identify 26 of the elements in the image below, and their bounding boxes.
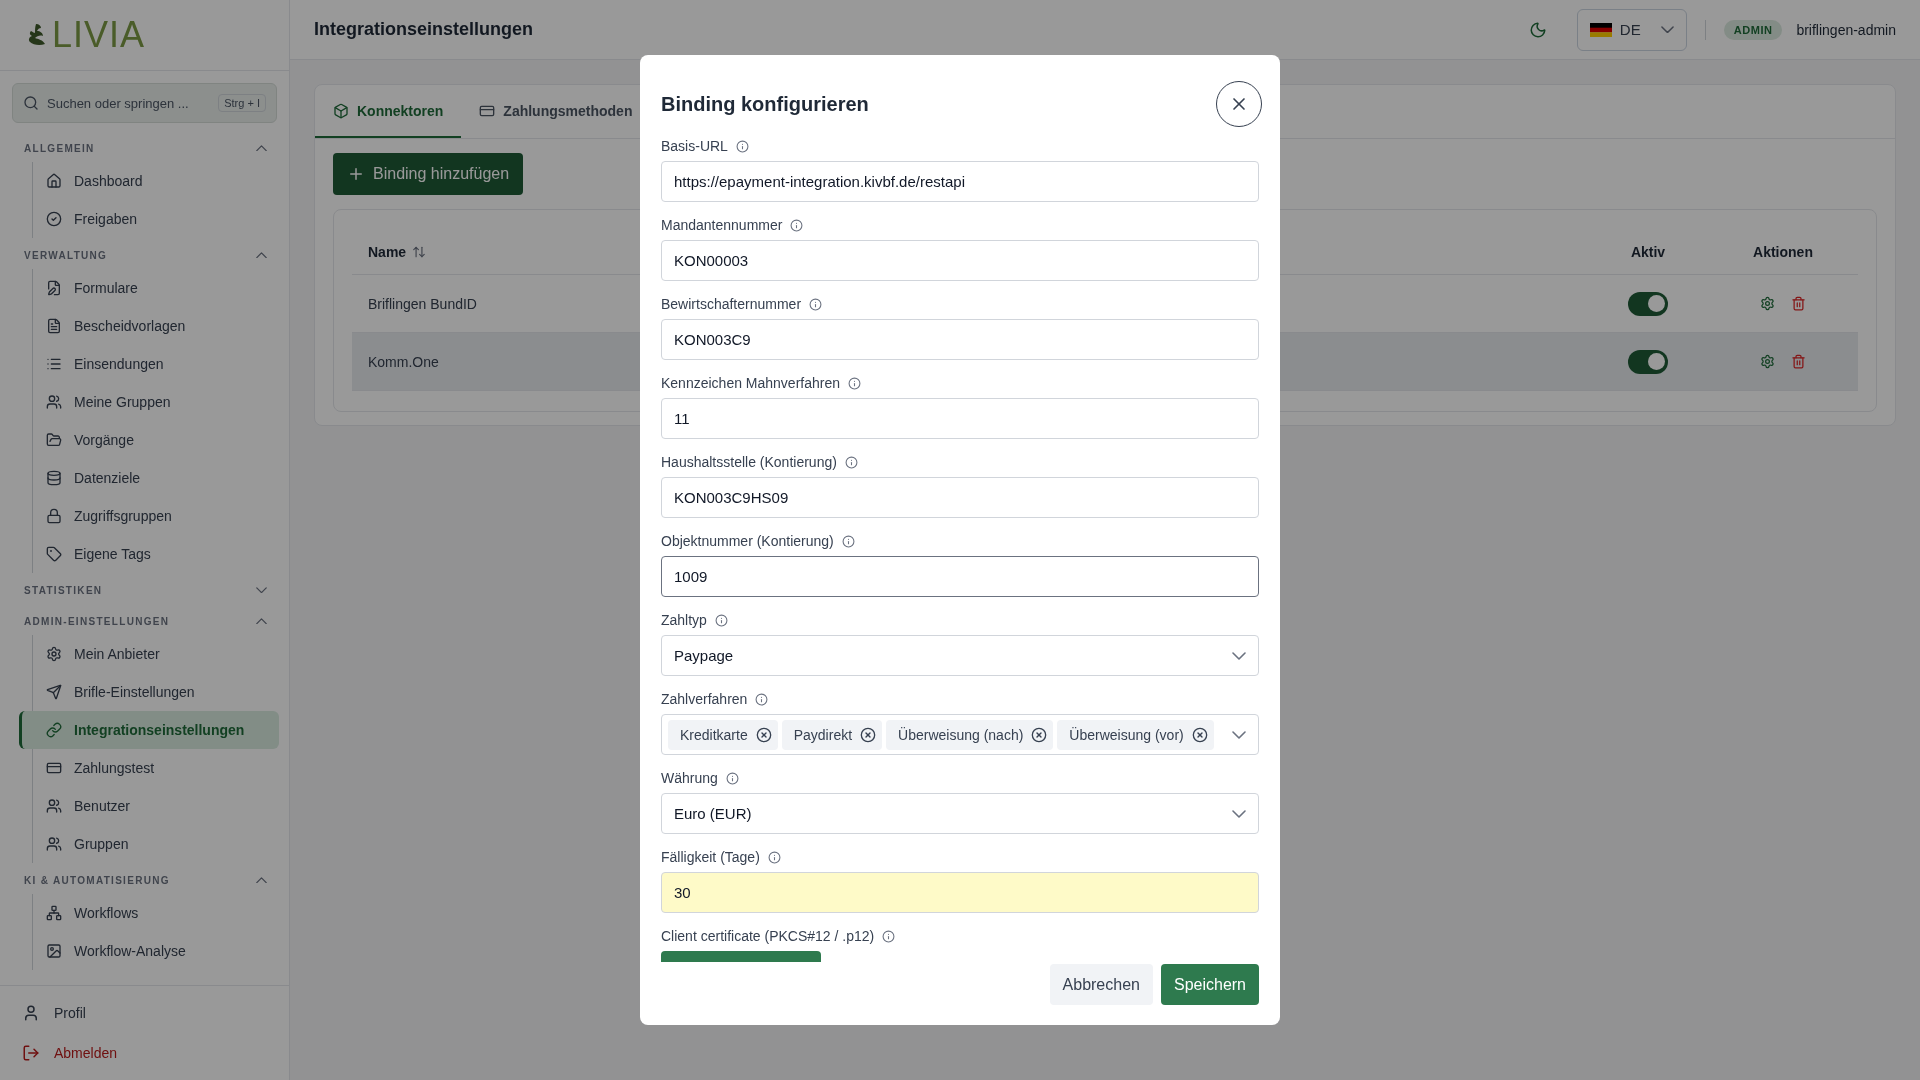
table-cell-text: Komm.One: [367, 352, 440, 372]
field-label: Haushaltsstelle (Kontierung): [661, 454, 837, 470]
table-cell-text: Briflingen BundID: [367, 294, 478, 314]
column-header: Aktionen: [1752, 243, 1814, 262]
shortcut-hint: Strg + I: [218, 94, 266, 112]
field-label: Fälligkeit (Tage): [661, 849, 760, 865]
field-label: Basis-URL: [661, 138, 728, 154]
field-label: Mandantennummer: [661, 217, 783, 233]
section-heading: ALLGEMEIN: [24, 142, 95, 154]
field-label: Währung: [661, 770, 718, 786]
page-title: Integrationseinstellungen: [314, 19, 535, 40]
field-label: Kennzeichen Mahnverfahren: [661, 375, 840, 391]
section-heading: ADMIN-EINSTELLUNGEN: [24, 615, 170, 627]
column-header: Aktiv: [1629, 243, 1667, 262]
logo-text: LIVIA: [52, 14, 146, 56]
section-heading: VERWALTUNG: [24, 249, 108, 261]
role-badge: ADMIN: [1723, 19, 1783, 40]
field-label: Bewirtschafternummer: [661, 296, 802, 312]
section-heading: STATISTIKEN: [24, 584, 103, 596]
field-label: Zahlverfahren: [661, 691, 748, 707]
section-heading: KI & AUTOMATISIERUNG: [24, 874, 170, 886]
field-label: Client certificate (PKCS#12 / .p12): [661, 928, 875, 944]
field-label: Objektnummer (Kontierung): [661, 533, 834, 549]
field-label: Zahltyp: [661, 612, 707, 628]
dialog-title: Binding konfigurieren: [661, 92, 869, 116]
user-name: briflingen-admin: [1796, 21, 1896, 38]
